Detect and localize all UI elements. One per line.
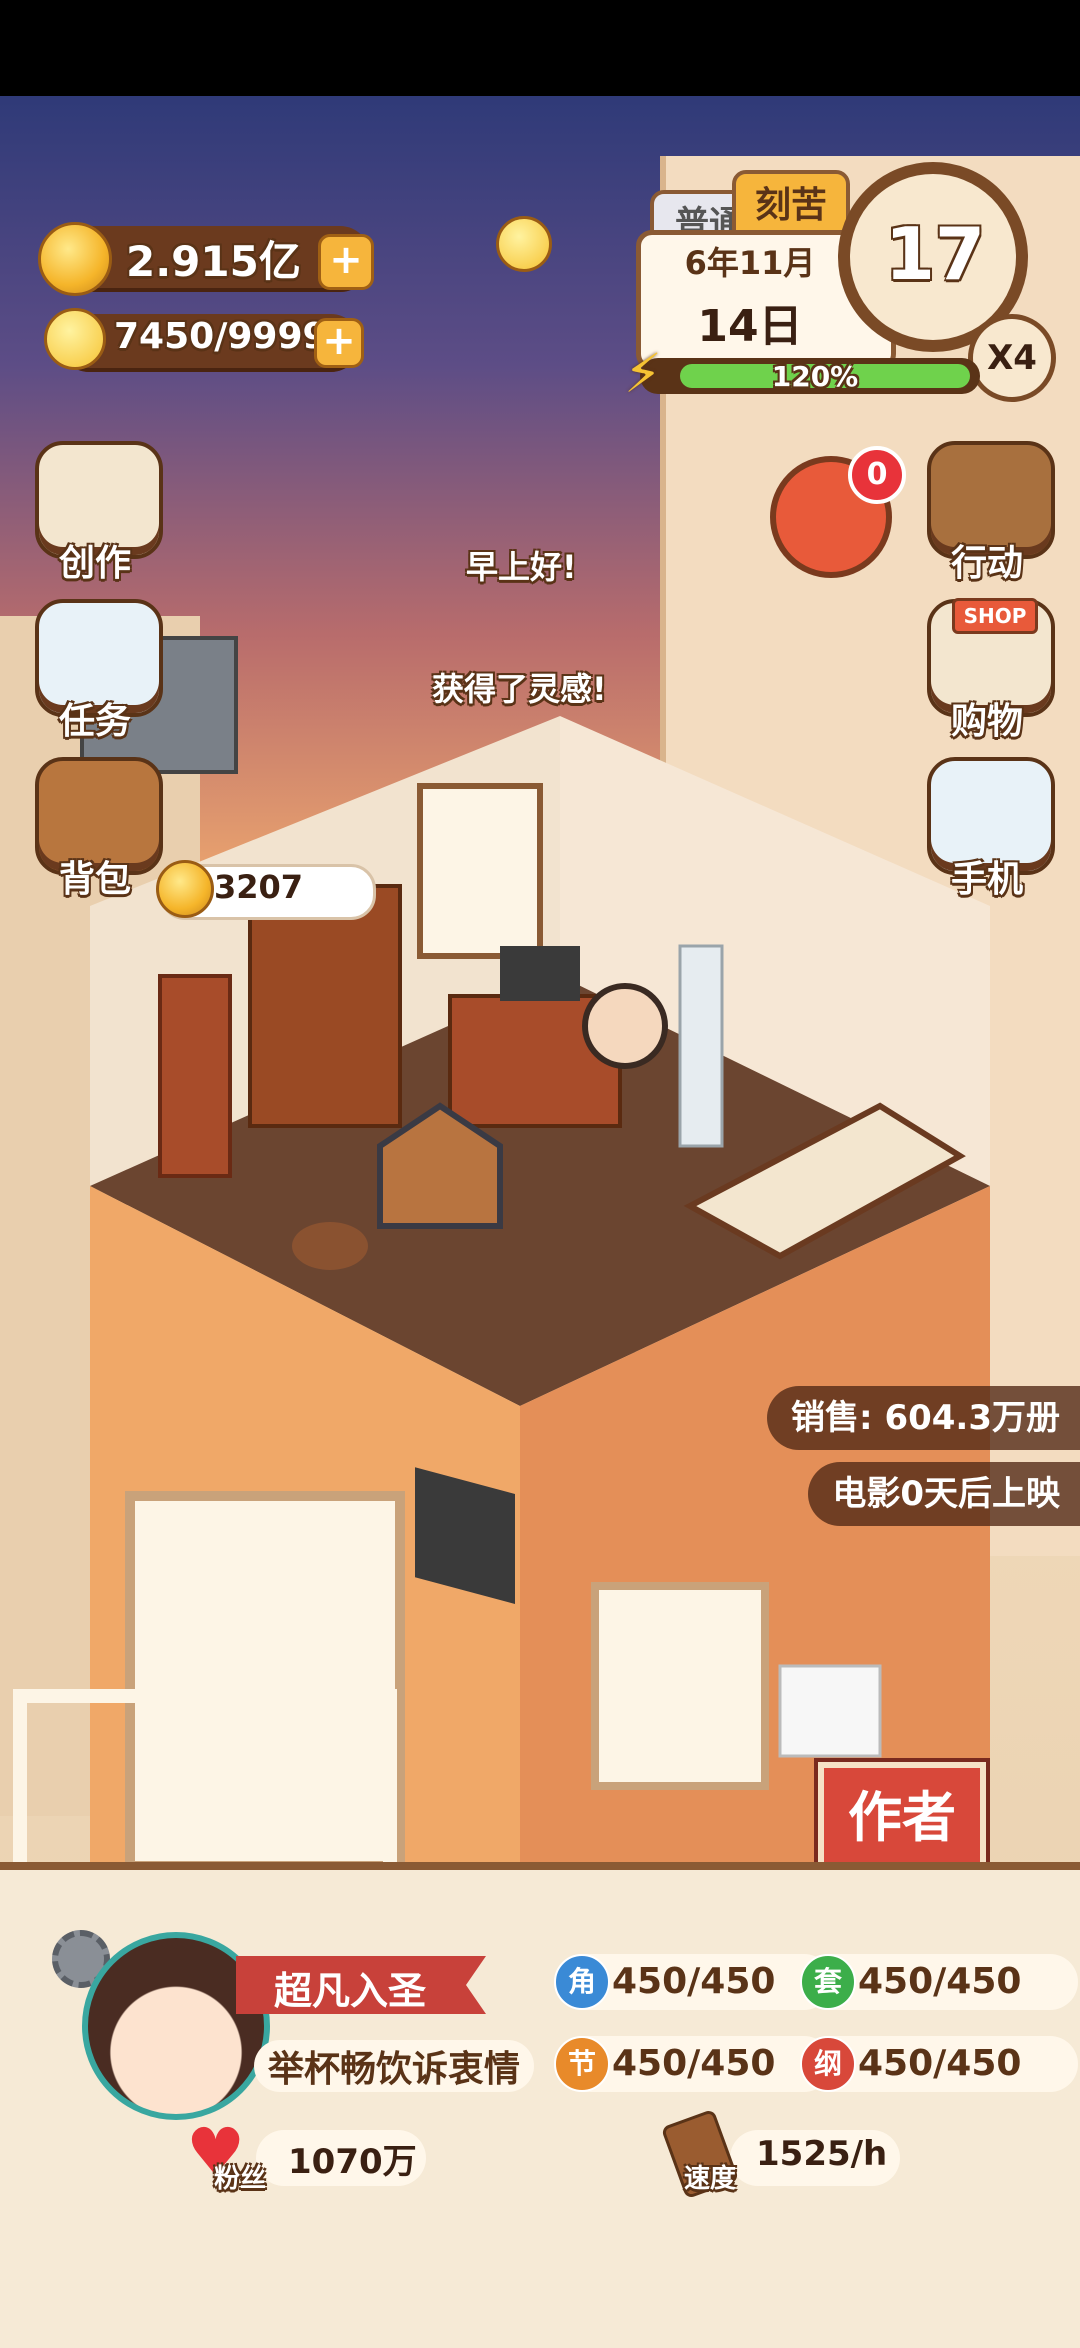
window <box>417 783 543 959</box>
phone-button[interactable]: 手机 <box>912 752 1062 902</box>
shop-label: 购物 <box>950 701 1023 742</box>
author-button[interactable]: 作者 <box>818 1762 986 1878</box>
coin-bubble-amount: 3207 <box>214 868 304 906</box>
award-machine-button[interactable]: 0 <box>760 446 906 586</box>
movie-info: 电影0天后上映 <box>808 1462 1080 1526</box>
stat-role: 角 450/450 <box>554 1954 832 2010</box>
shop-sign: SHOP <box>952 598 1038 634</box>
stat-outline-badge: 纲 <box>800 2036 856 2092</box>
sales-info: 销售: 604.3万册 <box>767 1386 1080 1450</box>
action-label: 行动 <box>950 543 1023 584</box>
phone-label: 手机 <box>950 859 1023 900</box>
fans-count: 1070万 <box>288 2142 417 2182</box>
player-character <box>582 983 668 1069</box>
inspiration-message: 获得了灵感! <box>432 670 607 708</box>
coin-bubble-icon <box>156 860 214 918</box>
tasks-label: 任务 <box>58 701 131 742</box>
gold-amount: 2.915亿 <box>126 237 301 286</box>
stat-role-value: 450/450 <box>612 1961 776 2002</box>
stat-set: 套 450/450 <box>800 1954 1078 2010</box>
stat-outline-value: 450/450 <box>858 2043 1022 2084</box>
balcony-window <box>125 1491 405 1871</box>
energy-percent: 120% <box>771 360 859 393</box>
stat-section-value: 450/450 <box>612 2043 776 2084</box>
lightning-icon[interactable]: ⚡ <box>624 344 680 404</box>
calendar-day: 14日 <box>697 301 803 352</box>
player-title: 超凡入圣 <box>274 1969 427 2013</box>
add-inspiration-button[interactable]: + <box>314 318 364 368</box>
ac-unit <box>778 1664 882 1758</box>
shop-button[interactable]: SHOP 购物 <box>912 594 1062 744</box>
create-label: 创作 <box>58 543 131 584</box>
floating-lightbulb-icon[interactable] <box>496 216 552 272</box>
stat-role-badge: 角 <box>554 1954 610 2010</box>
bag-button[interactable]: 背包 <box>20 752 170 902</box>
air-purifier <box>678 944 724 1148</box>
fans-label: 粉丝 <box>214 2164 267 2194</box>
add-gold-button[interactable]: + <box>318 234 374 290</box>
tasks-button[interactable]: 任务 <box>20 594 170 744</box>
lightbulb-icon <box>44 308 106 370</box>
bookshelf <box>248 884 402 1128</box>
calendar-year-month: 6年11月 <box>684 244 816 282</box>
monitor <box>500 946 580 1001</box>
profile-panel: 超凡入圣 举杯畅饮诉衷情 角 450/450 套 450/450 节 450/4… <box>0 1862 1080 2348</box>
gold-coin-icon <box>38 222 112 296</box>
inspiration-amount: 7450/9999 <box>114 316 328 357</box>
writing-speed: 1525/h <box>756 2134 888 2174</box>
clock-hour: 17 <box>884 212 986 296</box>
dog <box>292 1222 368 1270</box>
create-button[interactable]: 创作 <box>20 436 170 586</box>
bag-label: 背包 <box>58 859 131 900</box>
door <box>158 974 232 1178</box>
stat-set-value: 450/450 <box>858 1961 1022 2002</box>
stat-section: 节 450/450 <box>554 2036 832 2092</box>
action-button[interactable]: 行动 <box>912 436 1062 586</box>
stat-outline: 纲 450/450 <box>800 2036 1078 2092</box>
speed-multiplier-button[interactable]: X4 <box>968 314 1056 402</box>
stat-section-badge: 节 <box>554 2036 610 2092</box>
greeting-message: 早上好! <box>466 548 577 586</box>
player-motto: 举杯畅饮诉衷情 <box>254 2040 535 2092</box>
side-window <box>591 1582 769 1790</box>
stat-set-badge: 套 <box>800 1954 856 2010</box>
speed-label: 速度 <box>684 2164 737 2194</box>
notify-badge: 0 <box>848 446 906 504</box>
